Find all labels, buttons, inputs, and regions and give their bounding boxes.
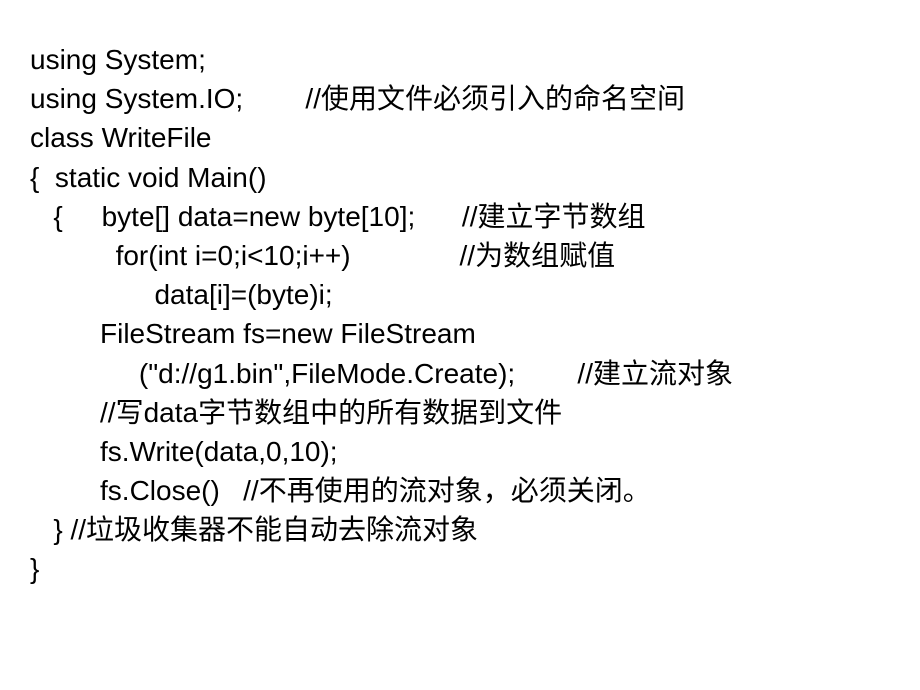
code-line-13: } //垃圾收集器不能自动去除流对象 bbox=[30, 510, 890, 549]
code-line-9: ("d://g1.bin",FileMode.Create); //建立流对象 bbox=[30, 354, 890, 393]
code-comment: //建立字节数组 bbox=[462, 201, 646, 232]
code-block: using System; using System.IO; //使用文件必须引… bbox=[0, 0, 920, 619]
code-comment: //为数组赋值 bbox=[460, 240, 616, 271]
code-text: { byte[] data=new byte[10]; bbox=[30, 201, 462, 232]
code-line-10: //写data字节数组中的所有数据到文件 bbox=[30, 393, 890, 432]
code-text: fs.Close() bbox=[30, 475, 243, 506]
code-line-2: using System.IO; //使用文件必须引入的命名空间 bbox=[30, 79, 890, 118]
code-comment: //使用文件必须引入的命名空间 bbox=[305, 83, 685, 114]
code-text: using System.IO; bbox=[30, 83, 305, 114]
code-line-1: using System; bbox=[30, 40, 890, 79]
code-text: ("d://g1.bin",FileMode.Create); bbox=[30, 358, 577, 389]
code-line-11: fs.Write(data,0,10); bbox=[30, 432, 890, 471]
code-comment: //不再使用的流对象，必须关闭。 bbox=[243, 475, 651, 506]
code-comment: //建立流对象 bbox=[577, 358, 733, 389]
code-line-5: { byte[] data=new byte[10]; //建立字节数组 bbox=[30, 197, 890, 236]
code-line-14: } bbox=[30, 549, 890, 588]
code-line-3: class WriteFile bbox=[30, 118, 890, 157]
code-text: for(int i=0;i<10;i++) bbox=[30, 240, 460, 271]
code-line-6: for(int i=0;i<10;i++) //为数组赋值 bbox=[30, 236, 890, 275]
code-line-4: { static void Main() bbox=[30, 158, 890, 197]
code-line-12: fs.Close() //不再使用的流对象，必须关闭。 bbox=[30, 471, 890, 510]
code-line-8: FileStream fs=new FileStream bbox=[30, 314, 890, 353]
code-line-7: data[i]=(byte)i; bbox=[30, 275, 890, 314]
